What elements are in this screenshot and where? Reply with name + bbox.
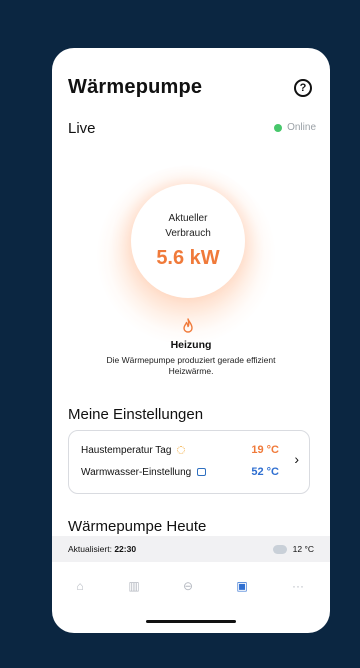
setting-row-house-temp[interactable]: Haustemperatur Tag 19 °C	[81, 442, 279, 458]
settings-card[interactable]: Haustemperatur Tag 19 °C Warmwasser-Eins…	[68, 430, 310, 494]
mode-label: Heizung	[170, 339, 212, 351]
status-badge: Online	[274, 122, 316, 133]
consumption-label: Aktueller Verbrauch	[165, 213, 211, 239]
app-header: Wärmepumpe ?	[68, 76, 314, 102]
car-icon[interactable]: ⊖	[178, 576, 198, 596]
chevron-right-icon[interactable]: ›	[294, 451, 299, 467]
consumption-value: 5.6 kW	[156, 247, 220, 269]
online-dot-icon	[274, 123, 283, 132]
setting-row-warm-water[interactable]: Warmwasser-Einstellung 52 °C	[81, 464, 279, 480]
weather: 12 °C	[269, 540, 314, 554]
cloud-sun-icon	[269, 540, 287, 554]
chart-icon[interactable]: ▥	[124, 576, 144, 596]
setting-label: Haustemperatur Tag	[81, 444, 172, 456]
live-row: Live Online	[68, 120, 316, 138]
status-text: Online	[287, 122, 316, 133]
flame-icon	[183, 318, 193, 333]
setting-value: 52 °C	[251, 466, 279, 478]
today-title: Wärmepumpe Heute	[68, 518, 207, 535]
tab-bar: ⌂ ▥ ⊖ ▣ ···	[52, 576, 330, 606]
setting-value: 19 °C	[251, 444, 279, 456]
question-circle-icon[interactable]: ?	[294, 79, 312, 97]
live-label: Live	[68, 120, 96, 137]
home-icon[interactable]: ⌂	[70, 576, 90, 596]
settings-title: Meine Einstellungen	[68, 406, 204, 423]
update-text: Aktualisiert: 22:30	[68, 544, 136, 554]
weather-temperature: 12 °C	[292, 544, 314, 554]
sun-icon	[177, 446, 186, 454]
consumption-circle: Aktueller Verbrauch 5.6 kW	[131, 184, 245, 298]
update-bar: Aktualisiert: 22:30 12 °C	[52, 536, 330, 562]
setting-label: Warmwasser-Einstellung	[81, 466, 192, 478]
home-indicator	[146, 620, 236, 623]
mode-description: Die Wärmepumpe produziert gerade effizie…	[106, 355, 276, 377]
phone-screen: Wärmepumpe ? Live Online Aktueller Verbr…	[52, 48, 330, 633]
update-time: 22:30	[114, 544, 137, 554]
page-title: Wärmepumpe	[68, 76, 203, 98]
update-prefix: Aktualisiert:	[68, 544, 112, 554]
heatpump-icon[interactable]: ▣	[232, 576, 252, 596]
water-icon	[197, 468, 207, 476]
more-icon[interactable]: ···	[288, 576, 308, 596]
